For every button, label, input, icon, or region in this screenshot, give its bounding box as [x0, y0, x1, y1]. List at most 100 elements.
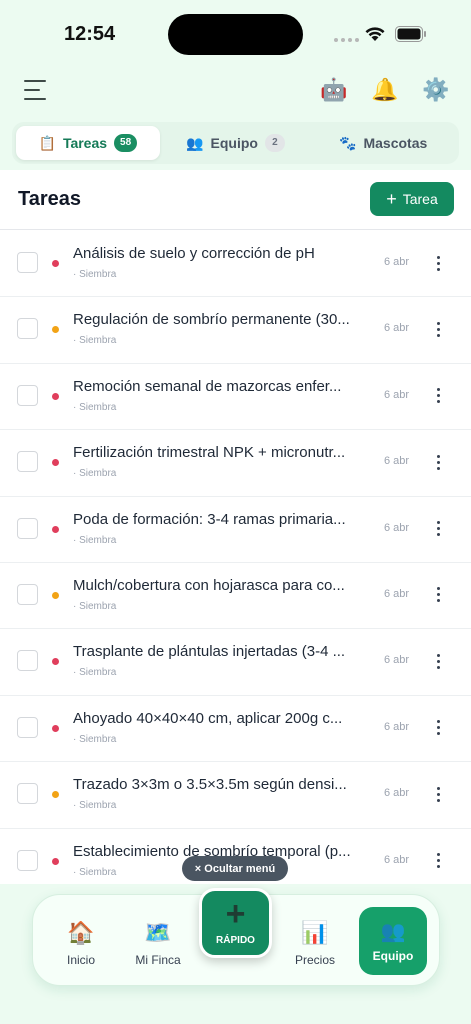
task-category: · Siembra	[73, 468, 117, 480]
bell-icon[interactable]: 🔔	[371, 76, 399, 104]
nav-label: Inicio	[66, 953, 95, 967]
people-icon: 👥	[186, 134, 204, 151]
more-options-icon[interactable]	[430, 450, 446, 474]
nav-label: Mi Finca	[135, 953, 181, 967]
status-time: 12:54	[64, 23, 116, 45]
task-row[interactable]: Ahoyado 40×40×40 cm, aplicar 200g c... · …	[0, 695, 471, 763]
gear-icon[interactable]: ⚙️	[422, 76, 450, 104]
task-title[interactable]: Fertilización trimestral NPK + micronutr…	[73, 444, 373, 461]
task-checkbox[interactable]	[17, 849, 38, 871]
tab-bar: 📋 Tareas 58 👥 Equipo 2 🐾 Mascotas	[12, 122, 459, 164]
people-icon: 👥	[380, 921, 406, 943]
task-category: · Siembra	[73, 401, 117, 413]
signal-icon	[334, 38, 359, 42]
more-options-icon[interactable]	[430, 317, 446, 341]
task-checkbox[interactable]	[17, 252, 38, 273]
dynamic-island	[168, 14, 303, 55]
task-date: 6 abr	[384, 654, 410, 667]
task-date: 6 abr	[384, 322, 410, 335]
nav-precios[interactable]: 📊 Precios	[281, 921, 349, 968]
task-category: · Siembra	[73, 667, 117, 679]
task-checkbox[interactable]	[17, 451, 38, 473]
task-row[interactable]: Mulch/cobertura con hojarasca para co...…	[0, 562, 471, 630]
wifi-icon	[365, 27, 385, 41]
task-checkbox[interactable]	[17, 650, 38, 672]
task-checkbox[interactable]	[17, 783, 38, 805]
count-badge: 2	[264, 134, 285, 152]
menu-icon[interactable]	[24, 80, 46, 100]
task-row[interactable]: Regulación de sombrío permanente (30... ·…	[0, 297, 471, 364]
task-category: · Siembra	[73, 335, 117, 347]
page-title: Tareas	[18, 188, 82, 210]
priority-dot	[52, 260, 59, 267]
nav-label: Equipo	[372, 949, 414, 963]
section-header: Tareas + Tarea	[0, 170, 471, 230]
more-options-icon[interactable]	[430, 849, 446, 873]
task-title[interactable]: Mulch/cobertura con hojarasca para co...	[73, 577, 373, 594]
tab-tareas[interactable]: 📋 Tareas 58	[16, 126, 160, 160]
task-row[interactable]: Análisis de suelo y corrección de pH · Si…	[0, 231, 471, 298]
task-title[interactable]: Regulación de sombrío permanente (30...	[73, 311, 373, 328]
more-options-icon[interactable]	[430, 782, 446, 806]
plus-icon: +	[225, 895, 246, 933]
task-date: 6 abr	[384, 256, 410, 268]
more-options-icon[interactable]	[430, 583, 446, 607]
priority-dot	[52, 459, 59, 467]
tab-equipo[interactable]: 👥 Equipo 2	[164, 126, 308, 160]
task-category: · Siembra	[73, 534, 117, 546]
task-row[interactable]: Trazado 3×3m o 3.5×3.5m según densi... · …	[0, 762, 471, 829]
priority-dot	[52, 658, 59, 666]
task-category: · Siembra	[73, 800, 117, 812]
task-checkbox[interactable]	[17, 318, 38, 340]
add-task-button[interactable]: + Tarea	[370, 182, 454, 216]
task-category: · Siembra	[73, 600, 117, 612]
priority-dot	[52, 326, 59, 334]
task-date: 6 abr	[384, 388, 410, 401]
task-date: 6 abr	[384, 853, 410, 866]
more-options-icon[interactable]	[430, 384, 446, 408]
tab-label: Equipo	[210, 135, 258, 151]
nav-equipo[interactable]: 👥 Equipo	[359, 907, 427, 975]
hide-menu-button[interactable]: × Ocultar menú	[182, 856, 288, 881]
task-checkbox[interactable]	[17, 517, 38, 539]
task-row[interactable]: Fertilización trimestral NPK + micronutr…	[0, 430, 471, 497]
task-list: Análisis de suelo y corrección de pH · Si…	[0, 231, 471, 891]
task-title[interactable]: Poda de formación: 3-4 ramas primaria...	[73, 511, 373, 528]
more-options-icon[interactable]	[430, 251, 446, 275]
task-title[interactable]: Trasplante de plántulas injertadas (3-4 …	[73, 643, 373, 660]
nav-mi-finca[interactable]: 🗺️ Mi Finca	[124, 921, 192, 968]
task-checkbox[interactable]	[17, 716, 38, 738]
priority-dot	[52, 392, 59, 400]
task-row[interactable]: Trasplante de plántulas injertadas (3-4 …	[0, 629, 471, 696]
task-date: 6 abr	[384, 455, 410, 468]
task-title[interactable]: Trazado 3×3m o 3.5×3.5m según densi...	[73, 776, 373, 793]
task-row[interactable]: Poda de formación: 3-4 ramas primaria...…	[0, 496, 471, 563]
task-title[interactable]: Análisis de suelo y corrección de pH	[73, 245, 373, 262]
task-checkbox[interactable]	[17, 583, 38, 605]
status-bar: 12:54	[0, 0, 471, 70]
task-date: 6 abr	[384, 521, 410, 534]
more-options-icon[interactable]	[430, 517, 446, 541]
plus-icon: +	[386, 189, 397, 209]
task-category: · Siembra	[73, 866, 117, 878]
nav-inicio[interactable]: 🏠 Inicio	[47, 920, 115, 968]
task-title[interactable]: Ahoyado 40×40×40 cm, aplicar 200g c...	[73, 710, 373, 727]
more-options-icon[interactable]	[430, 716, 446, 740]
task-category: · Siembra	[73, 269, 117, 280]
priority-dot	[52, 591, 59, 599]
quick-action-button[interactable]: + RÁPIDO	[199, 888, 272, 958]
home-icon: 🏠	[67, 920, 95, 945]
task-date: 6 abr	[384, 587, 410, 600]
task-row[interactable]: Remoción semanal de mazorcas enfer... · S…	[0, 363, 471, 431]
quick-label: RÁPIDO	[216, 935, 255, 946]
task-date: 6 abr	[384, 787, 410, 800]
count-badge: 58	[114, 134, 138, 152]
task-title[interactable]: Remoción semanal de mazorcas enfer...	[73, 378, 373, 395]
task-checkbox[interactable]	[17, 384, 38, 406]
robot-icon[interactable]: 🤖	[320, 76, 348, 104]
task-category: · Siembra	[73, 733, 117, 745]
priority-dot	[52, 525, 59, 533]
tab-mascotas[interactable]: 🐾 Mascotas	[311, 126, 455, 160]
clipboard-icon: 📋	[38, 134, 56, 151]
more-options-icon[interactable]	[430, 649, 446, 673]
